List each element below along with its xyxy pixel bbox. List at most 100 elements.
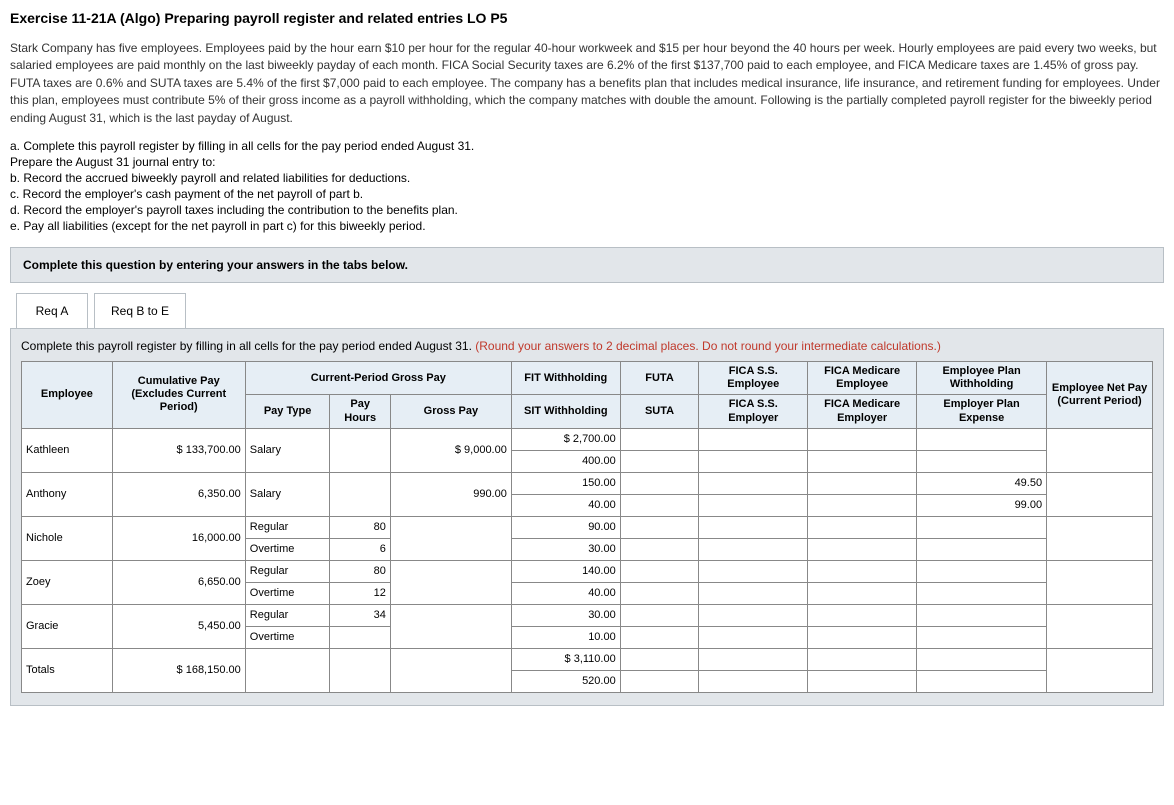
- cum-gracie: 5,450.00: [112, 604, 245, 648]
- med-emp-totals[interactable]: [808, 648, 917, 670]
- plan-er-nichole[interactable]: [917, 538, 1047, 560]
- sit-anthony: 40.00: [511, 494, 620, 516]
- tab-req-a[interactable]: Req A: [16, 293, 88, 328]
- med-er-totals[interactable]: [808, 670, 917, 692]
- med-emp-zoey[interactable]: [808, 560, 917, 582]
- gp-zoey[interactable]: [390, 560, 511, 604]
- gp-gracie[interactable]: [390, 604, 511, 648]
- req-prep: Prepare the August 31 journal entry to:: [10, 155, 1164, 169]
- netpay-kathleen[interactable]: [1047, 428, 1153, 472]
- pt-zoey-reg: Regular: [245, 560, 330, 582]
- futa-nichole[interactable]: [620, 516, 699, 538]
- med-emp-nichole[interactable]: [808, 516, 917, 538]
- suta-anthony[interactable]: [620, 494, 699, 516]
- netpay-gracie[interactable]: [1047, 604, 1153, 648]
- plan-emp-kathleen[interactable]: [917, 428, 1047, 450]
- row-anthony-top: Anthony 6,350.00 Salary 990.00 150.00 49…: [22, 472, 1153, 494]
- fit-zoey: 140.00: [511, 560, 620, 582]
- futa-totals[interactable]: [620, 648, 699, 670]
- med-emp-gracie[interactable]: [808, 604, 917, 626]
- ss-er-anthony[interactable]: [699, 494, 808, 516]
- gp-totals[interactable]: [390, 648, 511, 692]
- netpay-nichole[interactable]: [1047, 516, 1153, 560]
- gp-nichole[interactable]: [390, 516, 511, 560]
- panel-instruction-main: Complete this payroll register by fillin…: [21, 339, 475, 353]
- ss-emp-nichole[interactable]: [699, 516, 808, 538]
- ss-emp-gracie[interactable]: [699, 604, 808, 626]
- suta-gracie[interactable]: [620, 626, 699, 648]
- plan-er-zoey[interactable]: [917, 582, 1047, 604]
- hdr-pay-type: Pay Type: [245, 395, 330, 428]
- ss-emp-zoey[interactable]: [699, 560, 808, 582]
- ph-zoey-ot: 12: [330, 582, 390, 604]
- hdr-current-period: Current-Period Gross Pay: [245, 361, 511, 394]
- suta-nichole[interactable]: [620, 538, 699, 560]
- med-er-zoey[interactable]: [808, 582, 917, 604]
- netpay-totals[interactable]: [1047, 648, 1153, 692]
- plan-er-kathleen[interactable]: [917, 450, 1047, 472]
- name-zoey: Zoey: [22, 560, 113, 604]
- gp-anthony: 990.00: [390, 472, 511, 516]
- ss-er-gracie[interactable]: [699, 626, 808, 648]
- row-nichole-top: Nichole 16,000.00 Regular 80 90.00: [22, 516, 1153, 538]
- payroll-register-table: Employee Cumulative Pay (Excludes Curren…: [21, 361, 1153, 693]
- netpay-anthony[interactable]: [1047, 472, 1153, 516]
- plan-er-anthony: 99.00: [917, 494, 1047, 516]
- pt-kathleen: Salary: [245, 428, 330, 472]
- pt-gracie-ot: Overtime: [245, 626, 330, 648]
- fit-anthony: 150.00: [511, 472, 620, 494]
- med-er-gracie[interactable]: [808, 626, 917, 648]
- ss-emp-kathleen[interactable]: [699, 428, 808, 450]
- req-c: c. Record the employer's cash payment of…: [10, 187, 1164, 201]
- ss-er-nichole[interactable]: [699, 538, 808, 560]
- ss-er-zoey[interactable]: [699, 582, 808, 604]
- ph-kathleen[interactable]: [330, 428, 390, 472]
- ss-er-kathleen[interactable]: [699, 450, 808, 472]
- med-er-anthony[interactable]: [808, 494, 917, 516]
- tab-req-b-to-e[interactable]: Req B to E: [94, 293, 186, 328]
- fit-totals: $ 3,110.00: [511, 648, 620, 670]
- plan-emp-nichole[interactable]: [917, 516, 1047, 538]
- hdr-plan-emp-wh: Employee Plan Withholding: [917, 361, 1047, 394]
- pt-gracie-reg: Regular: [245, 604, 330, 626]
- futa-anthony[interactable]: [620, 472, 699, 494]
- exercise-title: Exercise 11-21A (Algo) Preparing payroll…: [10, 10, 1164, 26]
- panel-instruction: Complete this payroll register by fillin…: [21, 339, 1153, 353]
- ss-er-totals[interactable]: [699, 670, 808, 692]
- name-gracie: Gracie: [22, 604, 113, 648]
- cum-totals: $ 168,150.00: [112, 648, 245, 692]
- plan-er-totals[interactable]: [917, 670, 1047, 692]
- name-kathleen: Kathleen: [22, 428, 113, 472]
- name-totals: Totals: [22, 648, 113, 692]
- ss-emp-anthony[interactable]: [699, 472, 808, 494]
- sit-totals: 520.00: [511, 670, 620, 692]
- netpay-zoey[interactable]: [1047, 560, 1153, 604]
- plan-er-gracie[interactable]: [917, 626, 1047, 648]
- ss-emp-totals[interactable]: [699, 648, 808, 670]
- hdr-fica-ss-er: FICA S.S. Employer: [699, 395, 808, 428]
- plan-emp-anthony: 49.50: [917, 472, 1047, 494]
- futa-zoey[interactable]: [620, 560, 699, 582]
- sit-gracie: 10.00: [511, 626, 620, 648]
- tab-panel-req-a: Complete this payroll register by fillin…: [10, 328, 1164, 706]
- suta-kathleen[interactable]: [620, 450, 699, 472]
- ph-anthony[interactable]: [330, 472, 390, 516]
- hdr-plan-er-exp: Employer Plan Expense: [917, 395, 1047, 428]
- futa-kathleen[interactable]: [620, 428, 699, 450]
- plan-emp-gracie[interactable]: [917, 604, 1047, 626]
- cum-nichole: 16,000.00: [112, 516, 245, 560]
- ph-gracie-ot[interactable]: [330, 626, 390, 648]
- futa-gracie[interactable]: [620, 604, 699, 626]
- med-emp-anthony[interactable]: [808, 472, 917, 494]
- suta-totals[interactable]: [620, 670, 699, 692]
- req-e: e. Pay all liabilities (except for the n…: [10, 219, 1164, 233]
- plan-emp-zoey[interactable]: [917, 560, 1047, 582]
- plan-emp-totals[interactable]: [917, 648, 1047, 670]
- suta-zoey[interactable]: [620, 582, 699, 604]
- med-er-nichole[interactable]: [808, 538, 917, 560]
- med-emp-kathleen[interactable]: [808, 428, 917, 450]
- med-er-kathleen[interactable]: [808, 450, 917, 472]
- cum-kathleen: $ 133,700.00: [112, 428, 245, 472]
- hdr-sit: SIT Withholding: [511, 395, 620, 428]
- hdr-fica-med-emp: FICA Medicare Employee: [808, 361, 917, 394]
